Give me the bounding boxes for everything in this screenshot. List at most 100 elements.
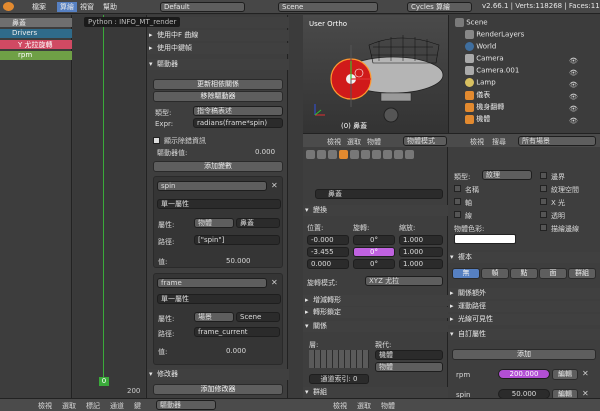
outliner-item[interactable]: Lamp [465,78,496,87]
outliner-item[interactable]: 機體 [465,114,490,124]
variable-type-select[interactable]: 單一屬性 [157,199,281,209]
add-variable-button[interactable]: 添加變數 [153,161,283,172]
data-tab-icon[interactable] [372,150,381,159]
editor-mode-select[interactable]: 驅動器 [156,400,216,410]
close-icon[interactable]: ✕ [271,181,278,190]
panel-header[interactable]: 轉形鎖定 [303,307,448,318]
world-tab-icon[interactable] [328,150,337,159]
scale-x-field[interactable]: 1.000 [399,235,443,245]
menu-object[interactable]: 物體 [381,401,395,411]
location-x-field[interactable]: -0.000 [307,235,349,245]
remove-driver-button[interactable]: 移除驅動器 [153,91,283,102]
menu-select[interactable]: 選取 [62,401,76,411]
tex-space-checkbox[interactable] [540,184,550,192]
dup-verts-tab[interactable]: 點 [510,268,538,279]
outliner-menu-view[interactable]: 檢視 [470,137,484,147]
channel-row[interactable]: Y 尤拉旋轉 [0,40,72,49]
rotation-x-field[interactable]: 0° [353,235,395,245]
modifiers-tab-icon[interactable] [361,150,370,159]
xray-checkbox[interactable] [540,197,550,205]
panel-header[interactable]: 複本 [448,252,600,263]
graph-area[interactable]: 0 200 [73,15,145,398]
dup-faces-tab[interactable]: 面 [539,268,567,279]
outliner-item[interactable]: Scene [455,18,488,27]
panel-header[interactable]: 群組 [303,387,448,398]
scene-selector[interactable]: Scene [278,2,378,12]
transparent-checkbox[interactable] [540,210,550,218]
outliner-item[interactable]: 儀表 [465,90,490,100]
scale-z-field[interactable]: 1.000 [399,259,443,269]
panel-header[interactable]: 運動路徑 [448,301,600,312]
bounds-checkbox[interactable] [540,171,550,179]
add-modifier-button[interactable]: 添加修改器 [153,384,283,395]
panel-header[interactable]: 使用中F 曲線 [147,30,289,41]
menu-marker[interactable]: 標記 [86,401,100,411]
outliner-item[interactable]: 機身翻轉 [465,102,504,112]
add-property-button[interactable]: 添加 [452,349,596,360]
show-debug-checkbox[interactable] [153,136,163,144]
mode-select[interactable]: 物體模式 [403,136,447,146]
panel-header[interactable]: 關係 [303,321,448,332]
outliner-menu-search[interactable]: 搜尋 [492,137,506,147]
dup-none-tab[interactable]: 無 [452,268,480,279]
panel-header[interactable]: 增減轉形 [303,295,448,306]
airplane-model[interactable] [321,27,446,127]
custom-prop-value[interactable]: 200.000 [498,369,550,379]
menu-view[interactable]: 檢視 [38,401,52,411]
id-type-select[interactable]: 場景 [194,312,234,322]
location-z-field[interactable]: 0.000 [307,259,349,269]
panel-header[interactable]: 關係額外 [448,288,600,299]
name-checkbox[interactable] [454,184,464,192]
outliner-item[interactable]: RenderLayers [465,30,524,39]
3d-viewport[interactable]: User Ortho (0) 鼻蓋 [303,15,448,133]
rotation-z-field[interactable]: 0° [353,259,395,269]
menu-file[interactable]: 檔案 [32,2,46,12]
frame-marker[interactable]: 0 [99,377,109,386]
outliner-filter-select[interactable]: 所有場景 [518,136,596,146]
panel-header[interactable]: 光線可見性 [448,314,600,325]
layer-grid[interactable] [309,350,369,368]
path-field[interactable]: frame_current [194,327,280,337]
layout-selector[interactable]: Default [160,2,245,12]
close-icon[interactable]: ✕ [582,369,589,378]
update-dependencies-button[interactable]: 更新相依關係 [153,79,283,90]
visibility-eye-icon[interactable]: 👁 👁 👁 👁 👁 👁 [569,55,578,127]
menu-window[interactable]: 視窗 [80,2,94,12]
parent-type-select[interactable]: 物體 [375,362,443,372]
channel-row[interactable]: rpm [0,51,72,60]
menu-channel[interactable]: 通道 [110,401,124,411]
pass-index-field[interactable]: 通道索引: 0 [309,374,369,384]
channel-row[interactable]: 鼻蓋 [0,18,72,27]
scale-y-field[interactable]: 1.000 [399,247,443,257]
path-field[interactable]: ["spin"] [194,235,280,245]
edit-prop-button[interactable]: 編輯 [552,369,578,380]
viewport-menu-object[interactable]: 物體 [367,137,381,147]
id-name-field[interactable]: Scene [236,312,280,322]
panel-header[interactable]: 修改器 [147,369,289,380]
object-color-swatch[interactable] [454,234,516,244]
viewport-menu-select[interactable]: 選取 [347,137,361,147]
close-icon[interactable]: ✕ [582,389,589,398]
constraints-tab-icon[interactable] [350,150,359,159]
axis-checkbox[interactable] [454,197,464,205]
menu-key[interactable]: 鍵 [134,401,141,411]
outliner-item[interactable]: Camera.001 [465,66,519,75]
texture-tab-icon[interactable] [394,150,403,159]
properties-tabs[interactable] [306,150,446,162]
panel-header[interactable]: 使用中鍵幀 [147,43,289,54]
variable-type-select[interactable]: 單一屬性 [157,294,281,304]
rotation-mode-select[interactable]: XYZ 尤拉 [365,276,443,286]
menu-view[interactable]: 檢視 [333,401,347,411]
rotation-y-field[interactable]: 0° [353,247,395,257]
variable-name-field[interactable]: frame [157,278,267,288]
menu-select[interactable]: 選取 [357,401,371,411]
viewport-menu-view[interactable]: 檢視 [327,137,341,147]
engine-selector[interactable]: Cycles 算繪 [407,2,472,12]
close-icon[interactable]: ✕ [271,278,278,287]
material-tab-icon[interactable] [383,150,392,159]
panel-header[interactable]: 自訂屬性 [448,329,600,340]
panel-header[interactable]: 變換 [303,205,448,216]
draw-edges-checkbox[interactable] [540,223,550,231]
id-name-field[interactable]: 鼻蓋 [236,218,280,228]
object-tab-icon[interactable] [339,150,348,159]
